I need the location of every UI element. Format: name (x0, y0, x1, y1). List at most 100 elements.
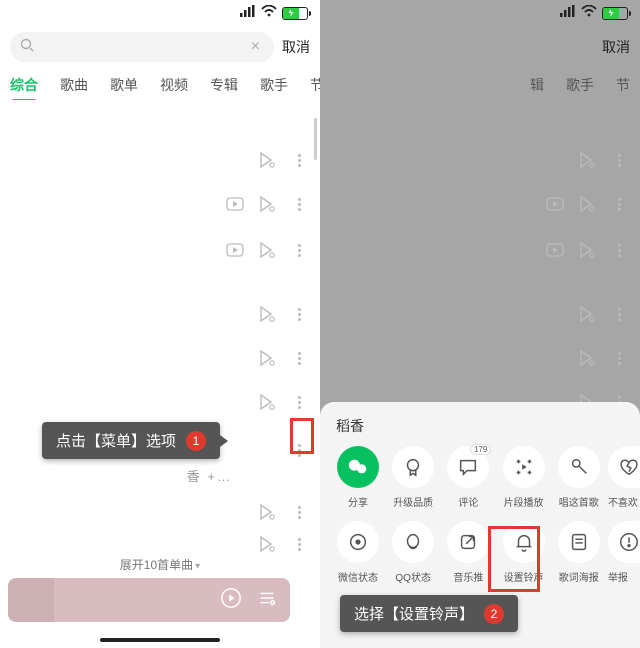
poster-icon (558, 521, 600, 563)
mic-icon (558, 446, 600, 488)
tab-songs[interactable]: 歌曲 (60, 75, 88, 95)
list-item[interactable] (578, 336, 628, 380)
list-item[interactable] (226, 228, 308, 272)
tab-more[interactable]: 节 (310, 75, 320, 95)
action-dislike[interactable]: 不喜欢 (608, 446, 636, 509)
action-lyric[interactable]: 歌词海报 (553, 521, 605, 584)
play-icon[interactable] (578, 195, 596, 213)
list-item[interactable] (226, 182, 308, 226)
signal-icon (240, 4, 256, 22)
circle-dot-icon (337, 521, 379, 563)
play-icon[interactable] (578, 241, 596, 259)
battery-icon (282, 7, 308, 20)
callout-2: 选择【设置铃声】 2 (340, 595, 518, 632)
wifi-icon (261, 4, 277, 22)
wechat-icon (337, 446, 379, 488)
search-input[interactable] (34, 40, 247, 55)
video-icon[interactable] (226, 195, 244, 213)
player-progress (8, 578, 54, 622)
clear-icon[interactable]: × (577, 38, 594, 56)
action-report[interactable]: 举报 (608, 521, 636, 584)
more-icon[interactable] (290, 503, 308, 521)
video-icon[interactable] (546, 241, 564, 259)
video-icon[interactable] (226, 241, 244, 259)
action-musicrec[interactable]: 音乐推 (442, 521, 494, 584)
search-icon (20, 38, 34, 57)
more-icon[interactable] (610, 349, 628, 367)
highlight-box-ringtone (488, 526, 540, 592)
action-share[interactable]: 分享 (332, 446, 384, 509)
play-icon[interactable] (258, 195, 276, 213)
play-icon[interactable] (258, 349, 276, 367)
callout-badge: 2 (484, 604, 504, 624)
tab-albums[interactable]: 专辑 (210, 75, 238, 95)
play-icon[interactable] (258, 393, 276, 411)
mini-player[interactable] (8, 578, 290, 622)
action-wxstatus[interactable]: 微信状态 (332, 521, 384, 584)
search-box[interactable]: × (10, 32, 274, 62)
bell-outline-icon (392, 521, 434, 563)
action-upgrade[interactable]: 升级品质 (387, 446, 439, 509)
more-icon[interactable] (290, 393, 308, 411)
wifi-icon (581, 4, 597, 22)
play-icon[interactable] (578, 151, 596, 169)
tab-artists[interactable]: 歌手 (260, 75, 288, 95)
action-qqstatus[interactable]: QQ状态 (387, 521, 439, 584)
more-icon[interactable] (290, 241, 308, 259)
home-indicator (100, 638, 220, 642)
chevron-down-icon: ▾ (195, 561, 200, 572)
more-icon[interactable] (290, 535, 308, 553)
play-icon[interactable] (578, 305, 596, 323)
list-item[interactable] (578, 138, 628, 182)
list-item[interactable] (578, 292, 628, 336)
play-icon[interactable] (258, 503, 276, 521)
clip-icon (503, 446, 545, 488)
cancel-button[interactable]: 取消 (282, 37, 310, 57)
search-row: × 取消 (0, 30, 320, 64)
more-icon[interactable] (610, 305, 628, 323)
sheet-title: 稻香 (320, 402, 640, 446)
search-row: × 取消 (320, 30, 640, 64)
tab-albums[interactable]: 辑 (530, 75, 544, 95)
list-item[interactable] (546, 228, 628, 272)
play-icon[interactable] (258, 305, 276, 323)
more-icon[interactable] (610, 241, 628, 259)
sheet-row-1: 分享 升级品质 179评论 片段播放 唱这首歌 不喜欢 (320, 446, 640, 515)
tab-more[interactable]: 节 (616, 75, 630, 95)
player-queue-icon[interactable] (256, 587, 278, 614)
action-clip[interactable]: 片段播放 (498, 446, 550, 509)
list-item[interactable] (546, 182, 628, 226)
video-icon[interactable] (546, 195, 564, 213)
play-icon[interactable] (258, 151, 276, 169)
more-icon[interactable] (290, 349, 308, 367)
more-icon[interactable] (290, 305, 308, 323)
callout-1: 点击【菜单】选项 1 (42, 422, 220, 459)
sheet-row-2: 微信状态 QQ状态 音乐推 设置铃声 歌词海报 举报 (320, 521, 640, 602)
tab-videos[interactable]: 视频 (160, 75, 188, 95)
play-icon[interactable] (578, 349, 596, 367)
more-icon[interactable] (290, 195, 308, 213)
more-icon[interactable] (610, 151, 628, 169)
tab-playlists[interactable]: 歌单 (110, 75, 138, 95)
cancel-button[interactable]: 取消 (602, 37, 630, 57)
flag-icon (608, 521, 640, 563)
share-arrow-icon (447, 521, 489, 563)
more-icon[interactable] (610, 195, 628, 213)
heart-broken-icon (608, 446, 640, 488)
status-bar (320, 0, 640, 26)
list-item[interactable] (258, 292, 308, 336)
action-comment[interactable]: 179评论 (442, 446, 494, 509)
player-play-icon[interactable] (220, 587, 242, 614)
more-icon[interactable] (290, 151, 308, 169)
signal-icon (560, 4, 576, 22)
list-item[interactable] (258, 138, 308, 182)
clear-icon[interactable]: × (247, 38, 264, 56)
callout-badge: 1 (186, 431, 206, 451)
tab-overall[interactable]: 综合 (10, 75, 38, 95)
play-icon[interactable] (258, 241, 276, 259)
play-icon[interactable] (258, 535, 276, 553)
expand-songs-button[interactable]: 展开10首单曲▾ (0, 556, 320, 573)
action-sing[interactable]: 唱这首歌 (553, 446, 605, 509)
list-item[interactable] (258, 336, 308, 380)
tab-artists[interactable]: 歌手 (566, 75, 594, 95)
